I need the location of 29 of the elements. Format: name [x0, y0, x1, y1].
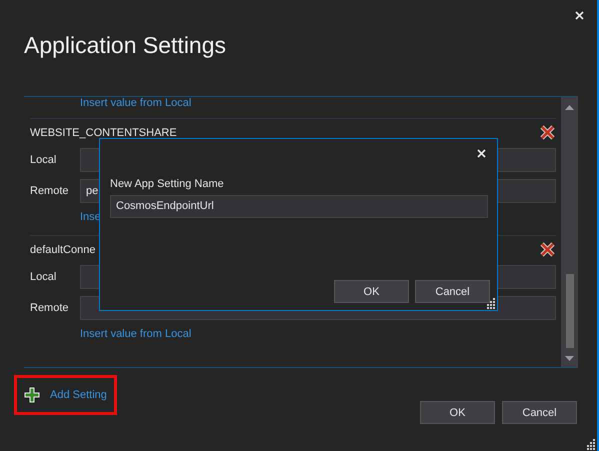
plus-icon: [24, 387, 40, 403]
delete-icon: [540, 242, 555, 257]
scroll-down-icon: [565, 356, 574, 361]
window-title: Application Settings: [23, 31, 228, 60]
dialog-button[interactable]: OK: [420, 401, 495, 424]
add-setting-button[interactable]: Add Setting: [24, 381, 111, 409]
resize-grip-icon: [485, 298, 496, 309]
dialog-button[interactable]: OK: [334, 280, 409, 303]
setting-name: WEBSITE_CONTENTSHARE: [30, 126, 177, 138]
delete-button[interactable]: [540, 125, 555, 140]
close-icon: [477, 149, 486, 158]
scroll-thumb[interactable]: [566, 274, 574, 348]
dialog-button[interactable]: Cancel: [415, 280, 490, 303]
insert-value-link[interactable]: Insert value from Local: [80, 328, 192, 340]
delete-button[interactable]: [540, 242, 555, 257]
close-icon: [575, 10, 584, 20]
dialog-button[interactable]: Cancel: [502, 401, 577, 424]
scrollbar[interactable]: [561, 97, 578, 367]
scroll-up-icon: [565, 105, 574, 110]
resize-grip-icon: [585, 439, 596, 450]
field-label: Remote: [30, 185, 70, 197]
delete-icon: [540, 125, 555, 140]
field-label: Local: [30, 271, 58, 283]
field-label: Local: [30, 154, 58, 166]
name-input-field[interactable]: CosmosEndpointUrl: [110, 195, 488, 218]
field-label: Remote: [30, 302, 70, 314]
field-label: New App Setting Name: [110, 178, 225, 190]
setting-name: defaultConne: [30, 244, 96, 256]
insert-value-link[interactable]: Insert value from Local: [80, 98, 192, 109]
